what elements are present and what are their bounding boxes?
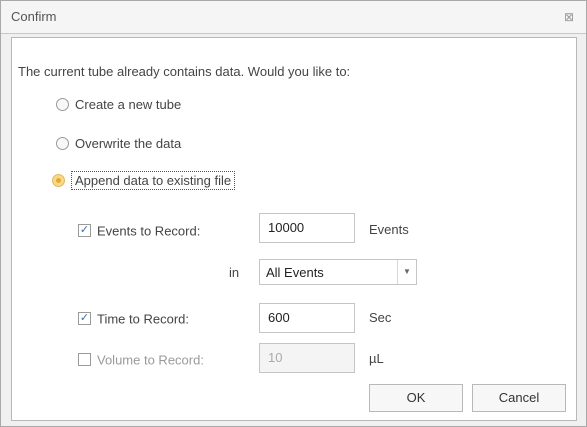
volume-unit: µL xyxy=(369,351,384,366)
option-create-new-tube[interactable]: Create a new tube xyxy=(56,96,181,112)
events-to-record-row[interactable]: ✓ Events to Record: xyxy=(78,222,200,240)
events-to-record-input[interactable]: 10000 xyxy=(259,213,355,243)
radio-overwrite-data[interactable] xyxy=(56,137,69,151)
radio-append-data[interactable] xyxy=(52,174,65,188)
in-label: in xyxy=(229,265,240,280)
time-to-record-checkbox[interactable]: ✓ xyxy=(78,312,91,326)
option-label: Create a new tube xyxy=(75,97,182,113)
volume-to-record-input: 10 xyxy=(259,343,355,373)
volume-to-record-label: Volume to Record: xyxy=(97,352,204,368)
option-overwrite-data[interactable]: Overwrite the data xyxy=(56,135,181,151)
close-icon[interactable]: ⊠ xyxy=(562,10,576,24)
option-label: Overwrite the data xyxy=(75,136,182,152)
question-text: The current tube already contains data. … xyxy=(18,64,351,79)
time-to-record-input[interactable]: 600 xyxy=(259,303,355,333)
option-append-data[interactable]: Append data to existing file xyxy=(52,171,236,191)
ok-button[interactable]: OK xyxy=(369,384,463,412)
time-to-record-row[interactable]: ✓ Time to Record: xyxy=(78,310,189,328)
events-to-record-label: Events to Record: xyxy=(97,223,201,239)
time-to-record-label: Time to Record: xyxy=(97,311,189,327)
chevron-down-icon[interactable]: ▼ xyxy=(397,260,416,284)
dialog-title: Confirm xyxy=(11,9,57,24)
radio-create-new-tube[interactable] xyxy=(56,98,69,112)
option-label: Append data to existing file xyxy=(71,171,236,191)
title-bar: Confirm ⊠ xyxy=(1,1,586,34)
time-unit: Sec xyxy=(369,310,392,325)
events-unit: Events xyxy=(369,222,409,237)
volume-to-record-checkbox[interactable] xyxy=(78,353,91,367)
population-select[interactable]: All Events ▼ xyxy=(259,259,417,285)
population-selected-value: All Events xyxy=(266,265,324,280)
volume-to-record-row[interactable]: Volume to Record: xyxy=(78,351,204,369)
cancel-button[interactable]: Cancel xyxy=(472,384,566,412)
events-to-record-checkbox[interactable]: ✓ xyxy=(78,224,91,238)
